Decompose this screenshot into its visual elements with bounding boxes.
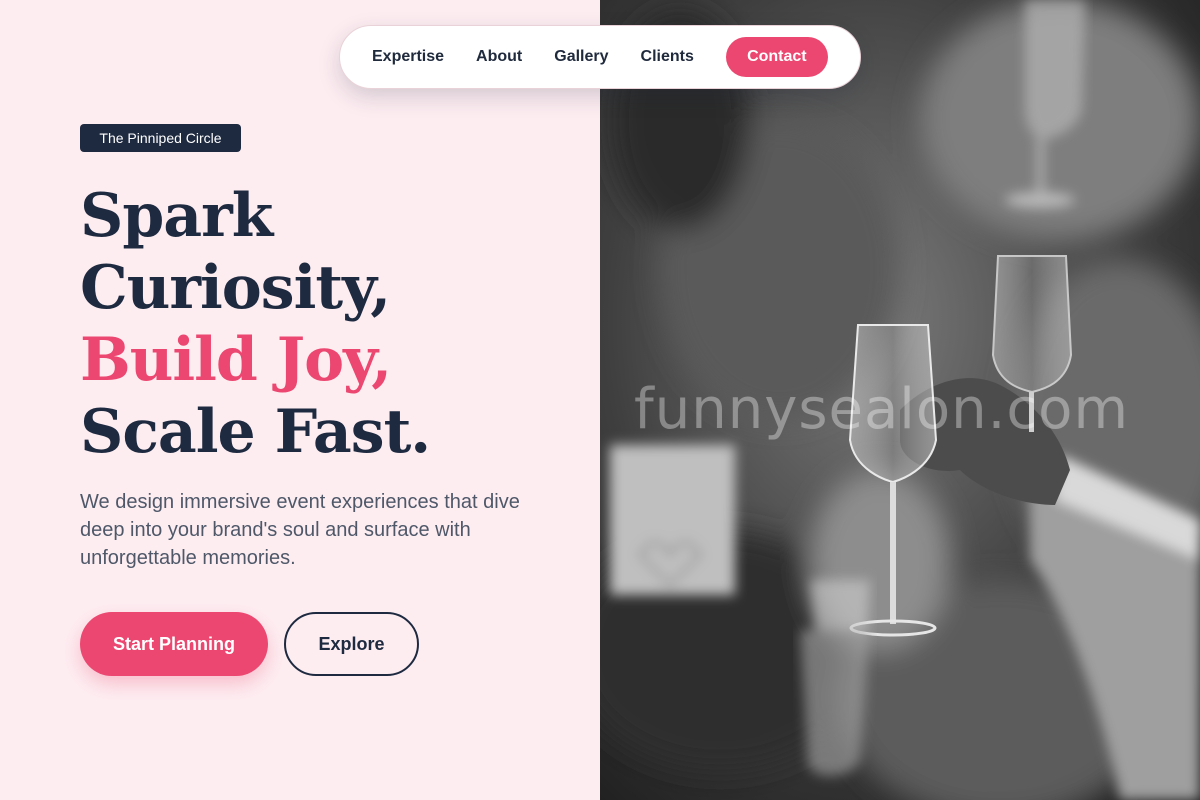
- hero-left-panel: The Pinniped Circle Spark Curiosity, Bui…: [0, 0, 600, 800]
- start-planning-button[interactable]: Start Planning: [80, 612, 268, 676]
- nav-item-expertise[interactable]: Expertise: [372, 48, 444, 66]
- contact-button[interactable]: Contact: [725, 37, 828, 77]
- explore-button[interactable]: Explore: [284, 612, 419, 676]
- headline-line-4: Scale Fast.: [80, 397, 431, 467]
- nav-item-gallery[interactable]: Gallery: [554, 48, 608, 66]
- hero-description: We design immersive event experiences th…: [80, 491, 520, 569]
- headline-line-3: Build Joy,: [80, 325, 392, 395]
- headline-line-1: Spark: [80, 181, 273, 251]
- watermark-text: funnysealon.com: [634, 377, 1129, 442]
- headline-line-2: Curiosity,: [80, 253, 391, 323]
- top-navigation: Expertise About Gallery Clients Contact: [339, 25, 861, 89]
- nav-item-clients[interactable]: Clients: [641, 48, 694, 66]
- nav-item-about[interactable]: About: [476, 48, 522, 66]
- hero-headline: Spark Curiosity, Build Joy, Scale Fast.: [80, 180, 431, 468]
- brand-badge: The Pinniped Circle: [80, 124, 241, 152]
- table-card: [610, 445, 735, 595]
